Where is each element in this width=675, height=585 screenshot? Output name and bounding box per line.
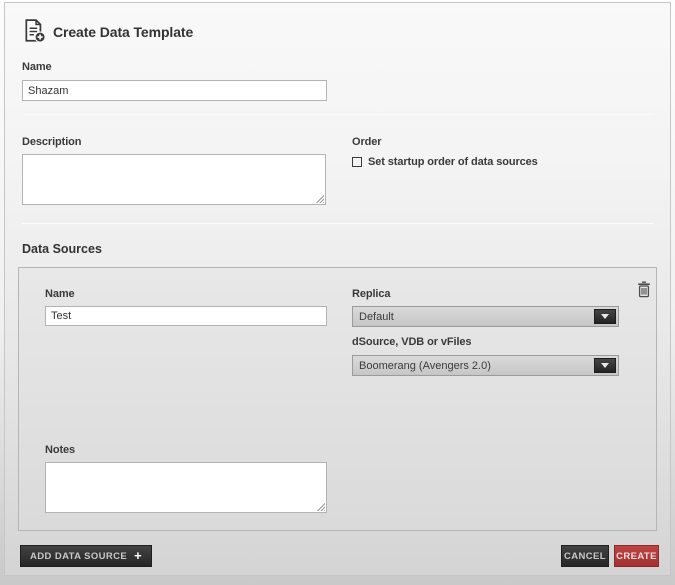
order-label: Order (352, 136, 381, 148)
create-data-template-dialog: Create Data Template Name Description Or… (4, 2, 671, 576)
startup-order-checkbox-label: Set startup order of data sources (368, 156, 538, 168)
cancel-button[interactable]: CANCEL (561, 545, 609, 567)
add-data-source-label: ADD DATA SOURCE (30, 551, 127, 562)
cancel-label: CANCEL (564, 551, 606, 562)
chevron-down-icon (601, 363, 609, 368)
divider (22, 223, 654, 224)
name-input[interactable] (22, 80, 327, 101)
chevron-down-icon (601, 314, 609, 319)
plus-icon: + (134, 551, 142, 561)
data-source-panel: Name Replica Default dSource, VDB or vFi… (18, 267, 657, 531)
startup-order-option[interactable]: Set startup order of data sources (352, 156, 538, 168)
source-name-input[interactable] (45, 306, 327, 326)
replica-label: Replica (352, 288, 390, 300)
replica-dropdown[interactable]: Default (352, 306, 619, 327)
notes-label: Notes (45, 444, 75, 456)
replica-selected-value: Default (353, 311, 618, 323)
trash-icon[interactable] (637, 281, 651, 298)
description-label: Description (22, 136, 81, 148)
dsource-selected-value: Boomerang (Avengers 2.0) (353, 360, 618, 372)
dropdown-arrow-button[interactable] (594, 309, 616, 324)
page: { "dialog": { "title": "Create Data Temp… (0, 0, 675, 585)
document-add-icon (22, 18, 48, 44)
page-title: Create Data Template (53, 24, 193, 40)
dropdown-arrow-button[interactable] (594, 358, 616, 373)
notes-textarea[interactable] (45, 462, 327, 513)
add-data-source-button[interactable]: ADD DATA SOURCE + (20, 545, 152, 567)
dsource-dropdown[interactable]: Boomerang (Avengers 2.0) (352, 355, 619, 376)
dsource-label: dSource, VDB or vFiles (352, 336, 471, 348)
startup-order-checkbox[interactable] (352, 157, 362, 167)
create-label: CREATE (616, 551, 657, 562)
name-label: Name (22, 61, 52, 73)
create-button[interactable]: CREATE (614, 545, 659, 567)
source-name-label: Name (45, 288, 75, 300)
description-textarea[interactable] (22, 154, 326, 205)
divider (22, 114, 654, 115)
data-sources-heading: Data Sources (22, 242, 102, 256)
